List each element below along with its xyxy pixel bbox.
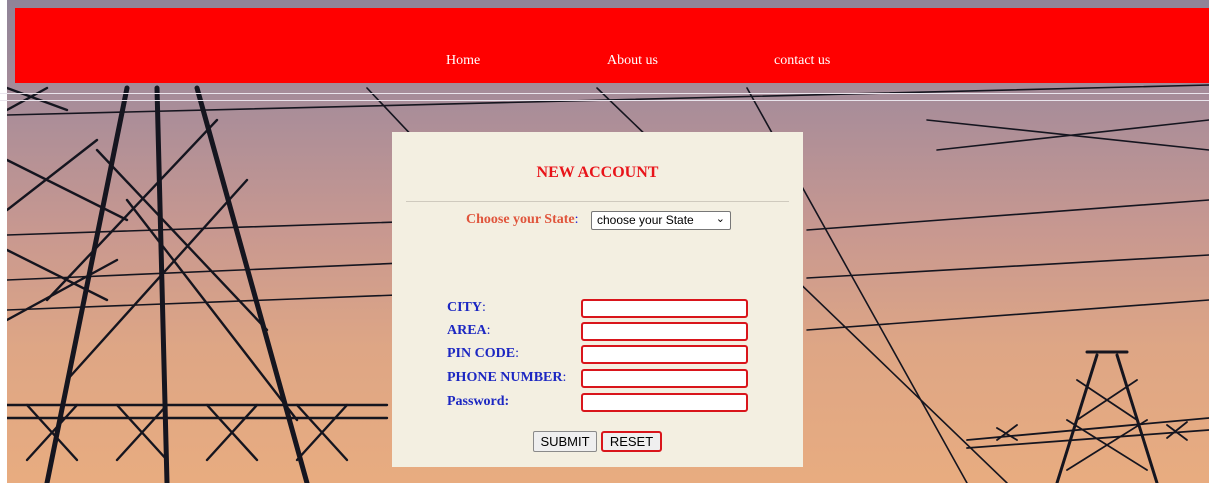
page: Home About us contact us NEW ACCOUNT Cho… — [0, 0, 1209, 483]
new-account-panel: NEW ACCOUNT Choose your State: choose yo… — [392, 132, 803, 467]
area-input[interactable] — [581, 322, 748, 341]
city-input[interactable] — [581, 299, 748, 318]
title-divider — [406, 201, 789, 202]
nav-link-about-us[interactable]: About us — [607, 53, 658, 69]
city-label: CITY: — [447, 300, 486, 316]
state-select[interactable]: choose your State ⌄ — [591, 211, 731, 230]
nav-divider — [0, 93, 1209, 94]
reset-button[interactable]: RESET — [601, 431, 662, 452]
area-label-text: AREA — [447, 323, 487, 338]
city-label-colon: : — [482, 300, 486, 315]
pin-code-label: PIN CODE: — [447, 346, 519, 362]
submit-button[interactable]: SUBMIT — [533, 431, 597, 452]
password-input[interactable] — [581, 393, 748, 412]
area-label-colon: : — [486, 323, 491, 338]
pin-code-label-text: PIN CODE — [447, 346, 516, 361]
chevron-down-icon: ⌄ — [715, 213, 725, 225]
area-label: AREA: — [447, 323, 491, 339]
state-select-value: choose your State — [597, 213, 694, 227]
pin-code-input[interactable] — [581, 345, 748, 364]
state-label-colon: : — [574, 212, 579, 227]
nav-link-home[interactable]: Home — [446, 53, 480, 69]
nav-divider — [0, 100, 1209, 101]
top-navbar: Home About us contact us — [15, 8, 1209, 83]
password-label-text: Password: — [447, 394, 510, 409]
phone-number-label-text: PHONE NUMBER — [447, 370, 563, 385]
nav-link-contact-us[interactable]: contact us — [774, 53, 830, 69]
phone-number-label-colon: : — [562, 370, 567, 385]
phone-number-input[interactable] — [581, 369, 748, 388]
pin-code-label-colon: : — [515, 346, 519, 361]
phone-number-label: PHONE NUMBER: — [447, 370, 566, 386]
form-title: NEW ACCOUNT — [536, 164, 659, 181]
password-label: Password: — [447, 394, 509, 410]
state-label-text: Choose your State — [466, 212, 575, 227]
city-label-text: CITY — [447, 300, 483, 315]
state-label: Choose your State: — [466, 212, 579, 228]
